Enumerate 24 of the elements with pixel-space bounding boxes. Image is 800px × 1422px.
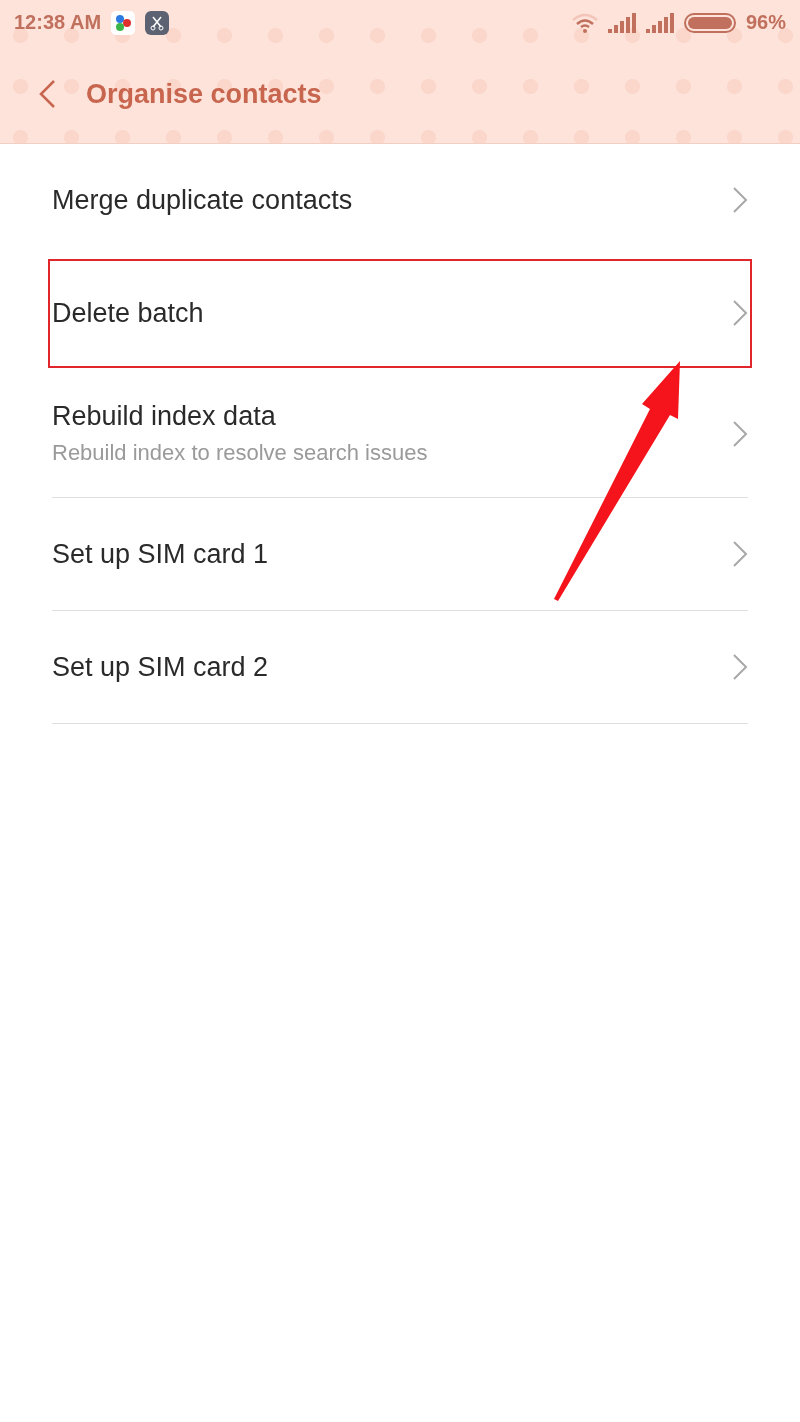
chevron-right-icon [732,540,748,568]
item-title: Set up SIM card 1 [52,538,269,570]
signal-icon [645,12,674,33]
item-title: Delete batch [52,297,204,329]
page-title: Organise contacts [86,78,322,110]
chevron-right-icon [732,299,748,327]
item-title: Rebuild index data [52,401,277,432]
chevron-right-icon [732,186,748,214]
list-item[interactable]: Set up SIM card 2 [52,611,748,724]
chevron-right-icon [732,653,748,681]
battery-icon [683,12,736,33]
scissors-app-icon [145,10,170,35]
back-button[interactable] [38,79,56,109]
item-title: Set up SIM card 2 [52,651,269,683]
signal-icon [607,12,636,33]
highlighted-list-item[interactable]: Delete batch [46,257,754,370]
chevron-right-icon [732,419,748,448]
item-subtitle: Rebuild index to resolve search issues [52,440,428,466]
battery-percent: 96% [745,11,786,34]
list-item[interactable]: Merge duplicate contacts [52,144,748,257]
item-title: Merge duplicate contacts [52,184,353,216]
wifi-icon [571,12,598,33]
app-icon [111,10,136,35]
status-time: 12:38 AM [14,11,102,34]
